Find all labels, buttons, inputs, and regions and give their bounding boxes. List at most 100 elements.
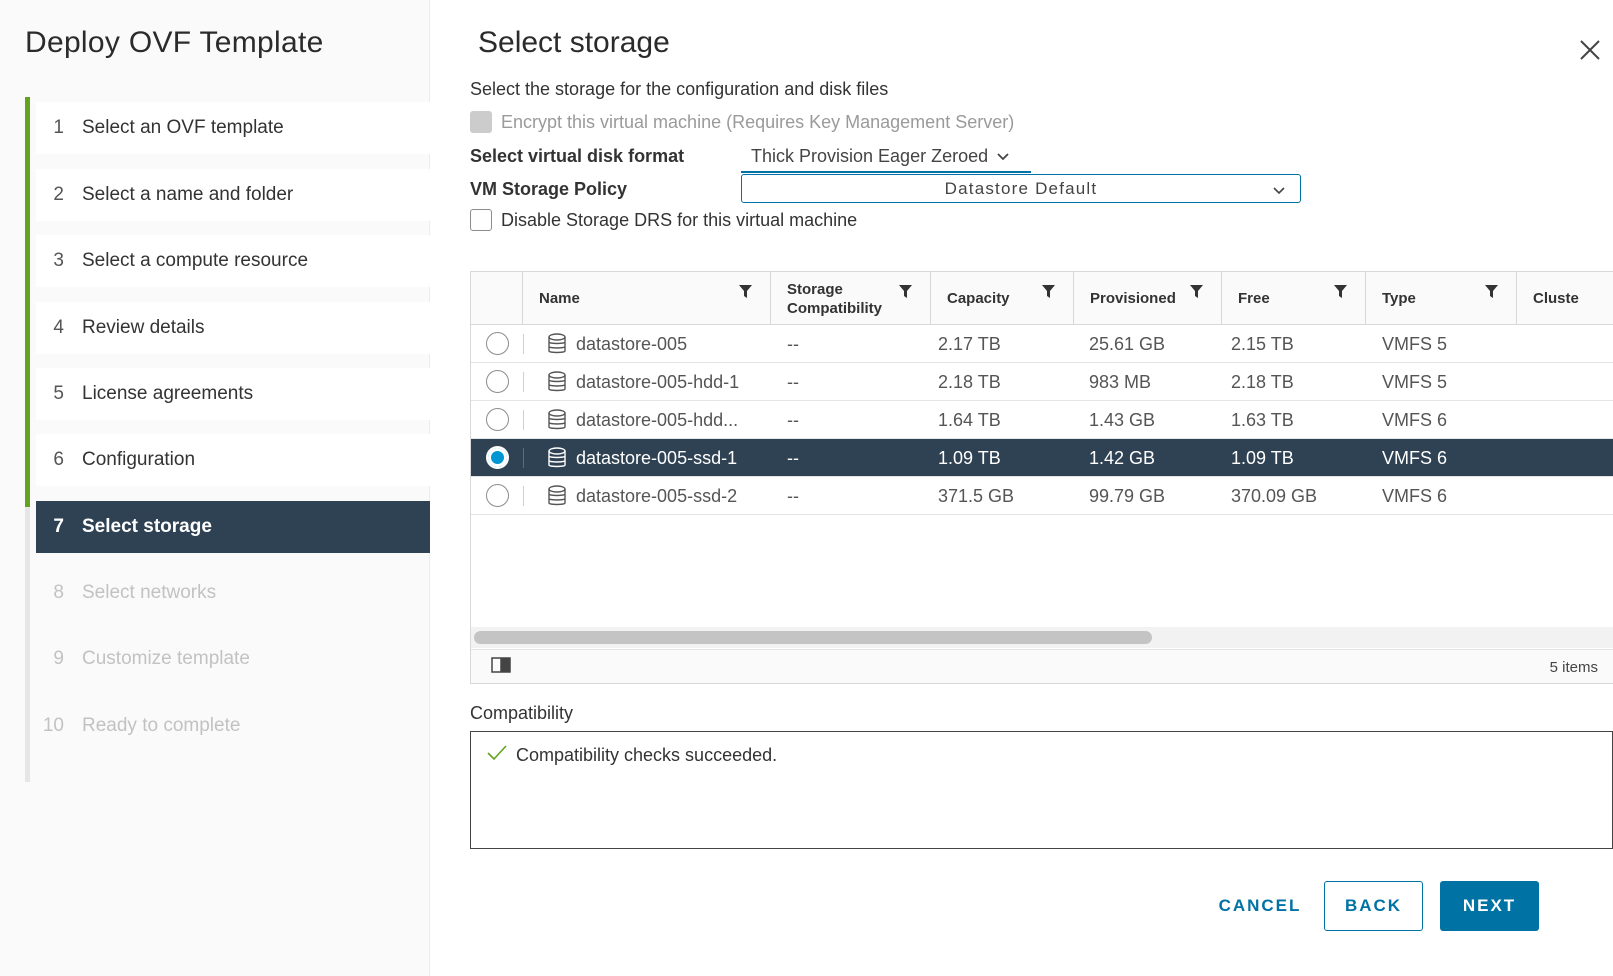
encrypt-vm-label: Encrypt this virtual machine (Requires K… <box>501 111 1015 132</box>
row-radio[interactable] <box>486 408 509 431</box>
free-value: 2.18 TB <box>1231 371 1294 392</box>
page-subtitle: Select the storage for the configuration… <box>470 79 889 99</box>
header-name[interactable]: Name <box>523 272 771 325</box>
wizard-step-8: 8 Select networks <box>53 582 217 603</box>
provisioned-value: 1.42 GB <box>1089 447 1156 468</box>
filter-icon[interactable] <box>1190 285 1203 303</box>
wizard-step-label: Select storage <box>82 516 212 537</box>
free-value: 1.63 TB <box>1231 409 1294 430</box>
row-radio[interactable] <box>486 332 509 355</box>
capacity-value: 1.09 TB <box>938 447 1001 468</box>
wizard-step-4[interactable]: 4 Review details <box>36 302 430 354</box>
storage-compatibility-value: -- <box>787 447 799 468</box>
free-value: 1.09 TB <box>1231 447 1294 468</box>
filter-icon[interactable] <box>899 285 912 303</box>
free-value: 2.15 TB <box>1231 333 1294 354</box>
type-value: VMFS 6 <box>1382 447 1448 468</box>
row-radio-selected[interactable] <box>486 446 509 469</box>
datastore-icon <box>547 409 567 431</box>
column-toggle-icon[interactable] <box>491 657 511 678</box>
encrypt-vm-option: Encrypt this virtual machine (Requires K… <box>470 111 1014 133</box>
header-free[interactable]: Free <box>1222 272 1366 325</box>
provisioned-value: 1.43 GB <box>1089 409 1156 430</box>
wizard-step-label: Review details <box>82 317 205 338</box>
filter-icon[interactable] <box>1042 285 1055 303</box>
wizard-title: Deploy OVF Template <box>25 26 324 59</box>
chevron-down-icon <box>1272 181 1286 201</box>
row-radio[interactable] <box>486 370 509 393</box>
datastore-grid: Name Storage Compatibility Capacity Prov… <box>470 271 1613 684</box>
encrypt-vm-checkbox <box>470 111 492 133</box>
disk-format-select[interactable]: Thick Provision Eager Zeroed <box>741 141 1031 173</box>
grid-header: Name Storage Compatibility Capacity Prov… <box>471 272 1613 325</box>
header-cluster[interactable]: Cluste <box>1517 272 1613 325</box>
wizard-step-label: Select an OVF template <box>82 117 284 138</box>
datastore-icon <box>547 333 567 355</box>
wizard-step-5[interactable]: 5 License agreements <box>36 368 430 420</box>
table-row[interactable]: datastore-005-ssd-2 -- 371.5 GB 99.79 GB… <box>471 477 1613 515</box>
datastore-name: datastore-005-ssd-2 <box>576 485 738 506</box>
capacity-value: 2.18 TB <box>938 371 1001 392</box>
progress-bar-remaining <box>25 507 30 782</box>
datastore-name: datastore-005-ssd-1 <box>576 447 738 468</box>
row-radio[interactable] <box>486 484 509 507</box>
disable-drs-label: Disable Storage DRS for this virtual mac… <box>501 209 858 230</box>
datastore-icon <box>547 447 567 469</box>
datastore-name: datastore-005-hdd... <box>576 409 739 430</box>
wizard-step-3[interactable]: 3 Select a compute resource <box>36 235 430 287</box>
storage-policy-select[interactable]: Datastore Default <box>741 174 1301 203</box>
next-button[interactable]: NEXT <box>1440 881 1539 931</box>
header-select-column <box>471 272 523 325</box>
table-row[interactable]: datastore-005 -- 2.17 TB 25.61 GB 2.15 T… <box>471 325 1613 363</box>
filter-icon[interactable] <box>1334 285 1347 303</box>
back-button[interactable]: BACK <box>1324 881 1423 931</box>
horizontal-scrollbar-thumb[interactable] <box>474 631 1152 644</box>
disk-format-label: Select virtual disk format <box>470 146 685 166</box>
disable-drs-checkbox[interactable] <box>470 209 492 231</box>
page-title: Select storage <box>478 26 670 59</box>
close-button[interactable] <box>1570 30 1610 70</box>
provisioned-value: 99.79 GB <box>1089 485 1166 506</box>
main-panel: Select storage Select the storage for th… <box>430 0 1613 976</box>
wizard-step-9: 9 Customize template <box>53 648 250 669</box>
wizard-step-label: Customize template <box>82 648 250 669</box>
progress-bar-completed <box>25 97 30 507</box>
type-value: VMFS 5 <box>1382 333 1448 354</box>
close-icon <box>1580 40 1600 60</box>
check-icon <box>486 744 508 767</box>
type-value: VMFS 6 <box>1382 485 1448 506</box>
wizard-step-2[interactable]: 2 Select a name and folder <box>36 169 430 221</box>
provisioned-value: 983 MB <box>1089 371 1152 392</box>
compatibility-label: Compatibility <box>470 703 574 723</box>
type-value: VMFS 5 <box>1382 371 1448 392</box>
table-row[interactable]: datastore-005-hdd... -- 1.64 TB 1.43 GB … <box>471 401 1613 439</box>
cancel-button[interactable]: CANCEL <box>1205 881 1315 931</box>
header-storage-compatibility[interactable]: Storage Compatibility <box>771 272 931 325</box>
wizard-step-label: License agreements <box>82 383 254 404</box>
wizard-step-10: 10 Ready to complete <box>42 715 241 736</box>
compatibility-panel: Compatibility checks succeeded. <box>470 731 1613 849</box>
storage-compatibility-value: -- <box>787 371 799 392</box>
header-capacity[interactable]: Capacity <box>931 272 1074 325</box>
wizard-step-7[interactable]: 7 Select storage <box>36 501 430 553</box>
table-row[interactable]: datastore-005-hdd-1 -- 2.18 TB 983 MB 2.… <box>471 363 1613 401</box>
header-provisioned[interactable]: Provisioned <box>1074 272 1222 325</box>
capacity-value: 371.5 GB <box>938 485 1015 506</box>
type-value: VMFS 6 <box>1382 409 1448 430</box>
wizard-step-label: Ready to complete <box>82 715 241 736</box>
table-row-selected[interactable]: datastore-005-ssd-1 -- 1.09 TB 1.42 GB 1… <box>471 439 1613 477</box>
grid-footer: 5 items <box>471 649 1613 683</box>
header-type[interactable]: Type <box>1366 272 1517 325</box>
storage-compatibility-value: -- <box>787 409 799 430</box>
filter-icon[interactable] <box>739 285 752 303</box>
disk-format-value: Thick Provision Eager Zeroed <box>751 145 989 166</box>
disable-drs-option[interactable]: Disable Storage DRS for this virtual mac… <box>470 209 857 231</box>
datastore-icon <box>547 485 567 507</box>
datastore-name: datastore-005 <box>576 333 688 354</box>
wizard-step-6[interactable]: 6 Configuration <box>36 434 430 486</box>
storage-compatibility-value: -- <box>787 333 799 354</box>
wizard-step-1[interactable]: 1 Select an OVF template <box>36 102 430 154</box>
storage-policy-label: VM Storage Policy <box>470 179 628 199</box>
chevron-down-icon <box>996 146 1010 167</box>
filter-icon[interactable] <box>1485 285 1498 303</box>
